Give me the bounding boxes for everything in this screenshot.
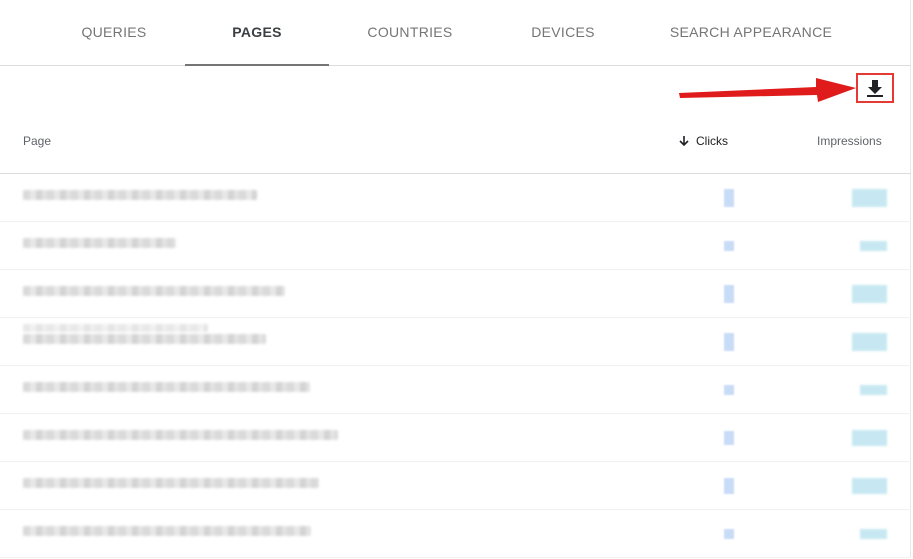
clicks-value-redacted: [724, 333, 734, 351]
page-url-redacted: [23, 430, 338, 440]
table-row[interactable]: [0, 318, 911, 366]
tab-countries[interactable]: COUNTRIES: [350, 0, 470, 65]
page-url-redacted: [23, 478, 319, 488]
page-url-redacted: [23, 190, 257, 200]
page-url-redacted: [23, 238, 176, 248]
page-url-redacted: [23, 526, 311, 536]
impressions-value-redacted: [852, 333, 887, 351]
impressions-value-redacted: [860, 385, 887, 395]
table-row[interactable]: [0, 222, 911, 270]
column-header-clicks[interactable]: Clicks: [678, 134, 728, 148]
tab-search-appearance[interactable]: SEARCH APPEARANCE: [660, 0, 842, 65]
arrow-down-icon: [679, 136, 689, 147]
clicks-value-redacted: [724, 189, 734, 207]
page-url-redacted: [23, 286, 285, 296]
page-url-redacted: [23, 324, 208, 332]
tab-devices[interactable]: DEVICES: [508, 0, 618, 65]
impressions-value-redacted: [852, 285, 887, 303]
impressions-value-redacted: [852, 430, 887, 446]
clicks-value-redacted: [724, 529, 734, 539]
performance-panel: QUERIES PAGES COUNTRIES DEVICES SEARCH A…: [0, 0, 911, 558]
page-url-redacted: [23, 382, 310, 392]
table-row[interactable]: [0, 462, 911, 510]
clicks-value-redacted: [724, 431, 734, 445]
report-tabs: QUERIES PAGES COUNTRIES DEVICES SEARCH A…: [0, 0, 911, 66]
table-row[interactable]: [0, 510, 911, 558]
tab-queries[interactable]: QUERIES: [64, 0, 164, 65]
download-icon: [867, 80, 883, 97]
impressions-value-redacted: [860, 529, 887, 539]
clicks-value-redacted: [724, 241, 734, 251]
clicks-value-redacted: [724, 478, 734, 494]
clicks-value-redacted: [724, 285, 734, 303]
table-row[interactable]: [0, 270, 911, 318]
tab-pages[interactable]: PAGES: [185, 0, 329, 66]
download-button[interactable]: [856, 73, 894, 103]
column-header-impressions[interactable]: Impressions: [817, 134, 882, 148]
table-row[interactable]: [0, 174, 911, 222]
table-row[interactable]: [0, 414, 911, 462]
column-header-page[interactable]: Page: [23, 134, 51, 148]
table-row[interactable]: [0, 366, 911, 414]
impressions-value-redacted: [860, 241, 887, 251]
impressions-value-redacted: [852, 189, 887, 207]
clicks-value-redacted: [724, 385, 734, 395]
column-header-clicks-label: Clicks: [696, 134, 728, 148]
page-url-redacted: [23, 334, 266, 344]
annotation-arrow: [679, 78, 856, 102]
impressions-value-redacted: [852, 478, 887, 494]
